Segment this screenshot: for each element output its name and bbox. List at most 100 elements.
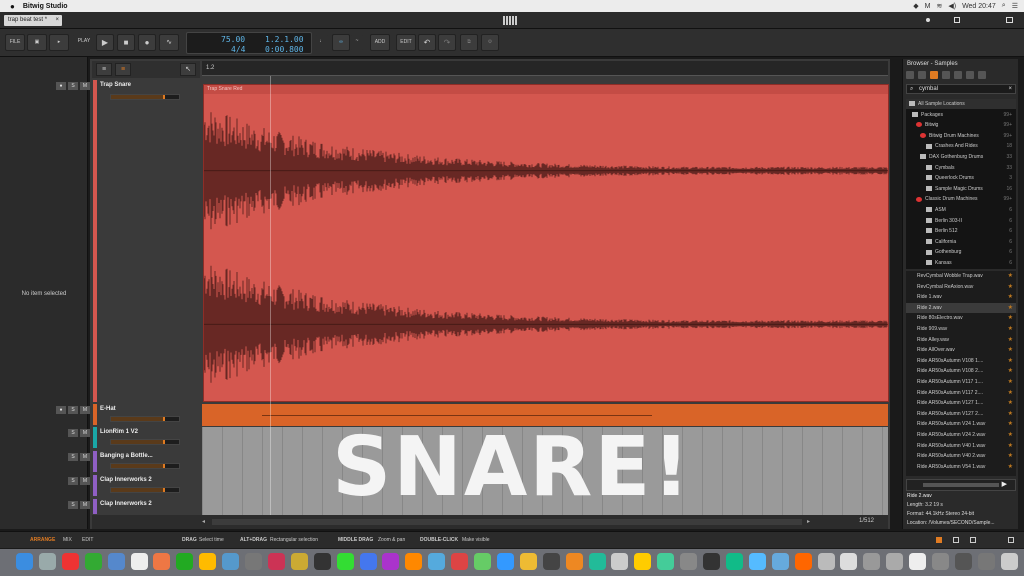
dock-app-icon[interactable] xyxy=(199,553,217,570)
dock-app-icon[interactable] xyxy=(382,553,400,570)
dock-app-icon[interactable] xyxy=(313,553,331,570)
solo-button[interactable]: S xyxy=(68,501,78,509)
dock-app-icon[interactable] xyxy=(840,553,858,570)
edit-button[interactable]: EDIT xyxy=(396,34,416,51)
favorite-star-icon[interactable]: ★ xyxy=(1008,292,1013,303)
sample-file-item[interactable]: Ride 1.wav ★ xyxy=(906,292,1016,303)
dock-app-icon[interactable] xyxy=(267,553,285,570)
track-arm-icon[interactable]: ● xyxy=(56,406,66,414)
loop-icon[interactable]: ∞ xyxy=(332,34,350,51)
project-tab[interactable]: trap beat test * × xyxy=(4,15,62,26)
favorite-star-icon[interactable]: ★ xyxy=(1008,462,1013,473)
dock-app-icon[interactable] xyxy=(130,553,148,570)
track-volume-meter[interactable] xyxy=(110,416,180,422)
favorite-star-icon[interactable]: ★ xyxy=(1008,313,1013,324)
dock-app-icon[interactable] xyxy=(405,553,423,570)
dock-app-icon[interactable] xyxy=(290,553,308,570)
sample-file-item[interactable]: RevCymbal Wobble Trap.wav ★ xyxy=(906,271,1016,282)
mute-button[interactable]: M xyxy=(80,453,90,461)
position-time[interactable]: 0:00.800 xyxy=(265,45,304,54)
solo-button[interactable]: S xyxy=(68,406,78,414)
dock-app-icon[interactable] xyxy=(794,553,812,570)
settings-icon[interactable]: ⚙ xyxy=(481,34,499,51)
multisamples-icon[interactable] xyxy=(942,71,950,79)
location-item[interactable]: Berlin 303-II 6 xyxy=(906,216,1016,226)
files-icon[interactable] xyxy=(978,71,986,79)
dock-app-icon[interactable] xyxy=(817,553,835,570)
sample-file-item[interactable]: Ride AR50sAutumn V108 2.... ★ xyxy=(906,366,1016,377)
clock[interactable]: Wed 20:47 xyxy=(962,3,996,10)
zoom-level[interactable]: 1/512 xyxy=(859,518,874,524)
arranger-toggle-icon[interactable]: ≡ xyxy=(115,63,131,76)
mute-button[interactable]: M xyxy=(80,477,90,485)
track-name[interactable]: Trap Snare xyxy=(100,82,131,88)
dock-app-icon[interactable] xyxy=(176,553,194,570)
sample-file-item[interactable]: Ride Alley.wav ★ xyxy=(906,335,1016,346)
dock-app-icon[interactable] xyxy=(680,553,698,570)
track-name[interactable]: Clap Innerworks 2 xyxy=(100,477,152,483)
favorite-star-icon[interactable]: ★ xyxy=(1008,345,1013,356)
clips-icon[interactable] xyxy=(954,71,962,79)
location-item[interactable]: Berlin 512 6 xyxy=(906,226,1016,236)
preview-play-icon[interactable]: ▶ xyxy=(1002,480,1007,488)
track-arm-icon[interactable]: ● xyxy=(56,82,66,90)
sample-file-item[interactable]: Ride AR50sAutumn V108 1.... ★ xyxy=(906,356,1016,367)
fullscreen-icon[interactable] xyxy=(1006,17,1013,23)
audio-clip[interactable]: Trap Snare Red xyxy=(203,84,889,402)
sample-file-item[interactable]: Ride 2.wav ★ xyxy=(906,302,1016,314)
groove-icon[interactable]: ~ xyxy=(351,34,363,51)
close-icon[interactable]: × xyxy=(55,15,59,26)
favorite-star-icon[interactable]: ★ xyxy=(1008,451,1013,462)
clip-launcher-toggle-icon[interactable]: ≡ xyxy=(96,63,112,76)
favorite-star-icon[interactable]: ★ xyxy=(1008,366,1013,377)
dock-app-icon[interactable] xyxy=(474,553,491,570)
sample-file-item[interactable]: Ride AR50sAutumn V24 1.wav ★ xyxy=(906,419,1016,430)
solo-button[interactable]: S xyxy=(68,429,78,437)
undo-icon[interactable]: ↶ xyxy=(418,34,436,51)
layout-dot-icon[interactable] xyxy=(926,18,930,22)
favorite-star-icon[interactable]: ★ xyxy=(1008,335,1013,346)
favorite-star-icon[interactable]: ★ xyxy=(1008,409,1013,420)
dock-app-icon[interactable] xyxy=(245,553,262,570)
dropbox-icon[interactable]: ◆ xyxy=(913,2,918,10)
preview-player[interactable]: ▶ xyxy=(906,479,1016,491)
dock-app-icon[interactable] xyxy=(909,553,927,570)
dock-app-icon[interactable] xyxy=(107,553,125,570)
dock-app-icon[interactable] xyxy=(38,553,56,570)
favorite-star-icon[interactable]: ★ xyxy=(1008,282,1013,293)
favorite-star-icon[interactable]: ★ xyxy=(1008,303,1013,314)
location-item[interactable]: Queerlock Drums 3 xyxy=(906,173,1016,183)
dock-app-icon[interactable] xyxy=(84,553,102,570)
favorite-star-icon[interactable]: ★ xyxy=(1008,419,1013,430)
location-item[interactable]: Bitwig Drum Machines 99+ xyxy=(906,131,1016,141)
stop-button[interactable]: ■ xyxy=(117,34,135,51)
dock-app-icon[interactable] xyxy=(359,553,377,570)
track-name[interactable]: E-Hat xyxy=(100,406,116,412)
devices-icon[interactable] xyxy=(906,71,914,79)
dock-app-icon[interactable] xyxy=(428,553,446,570)
mute-button[interactable]: M xyxy=(80,501,90,509)
browser-toggle-icon[interactable] xyxy=(953,537,959,543)
gmail-icon[interactable]: M xyxy=(925,3,931,10)
location-item[interactable]: California 6 xyxy=(906,237,1016,247)
volume-icon[interactable]: ◀) xyxy=(948,2,956,10)
dock-app-icon[interactable] xyxy=(703,553,720,570)
track-name[interactable]: Banging a Bottle... xyxy=(100,453,153,459)
sample-file-item[interactable]: Ride AR50sAutumn V40 2.wav ★ xyxy=(906,451,1016,462)
track-volume-meter[interactable] xyxy=(110,94,180,100)
play-button[interactable]: ▶ xyxy=(96,34,114,51)
favorite-star-icon[interactable]: ★ xyxy=(1008,271,1013,282)
track-volume-meter[interactable] xyxy=(110,463,180,469)
sample-file-item[interactable]: Ride AR50sAutumn V117 1.... ★ xyxy=(906,377,1016,388)
sample-file-item[interactable]: Ride AR50sAutumn V40 1.wav ★ xyxy=(906,441,1016,452)
track-volume-meter[interactable] xyxy=(110,439,180,445)
mixer-toggle-icon[interactable] xyxy=(970,537,976,543)
dock-app-icon[interactable] xyxy=(542,553,560,570)
track-name[interactable]: Clap Innerworks 2 xyxy=(100,501,152,507)
favorite-star-icon[interactable]: ★ xyxy=(1008,324,1013,335)
copy-icon[interactable]: ⧉ xyxy=(460,34,478,51)
clear-search-icon[interactable]: × xyxy=(1008,85,1012,93)
redo-icon[interactable]: ↷ xyxy=(438,34,456,51)
add-button[interactable]: ADD xyxy=(370,34,390,51)
position-beats[interactable]: 1.2.1.00 xyxy=(265,35,304,44)
